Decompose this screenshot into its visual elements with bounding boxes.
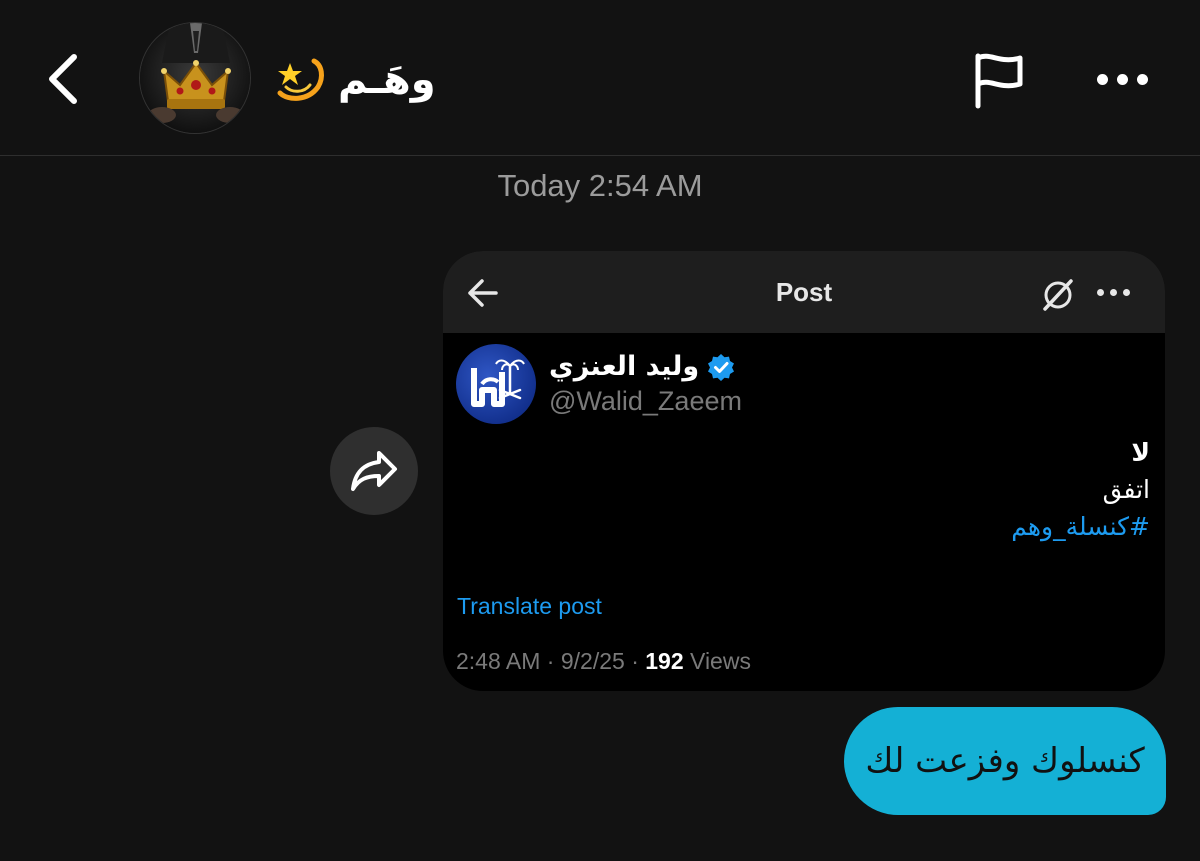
author-name[interactable]: وليد العنزي xyxy=(549,351,735,382)
post-card-header: Post xyxy=(443,251,1165,333)
post-more-button[interactable] xyxy=(1097,289,1130,296)
sent-message-bubble[interactable]: كنسلوك وفزعت لك xyxy=(844,707,1166,815)
more-dot-icon xyxy=(1096,73,1108,85)
conversation-header: وهَـم xyxy=(0,0,1200,156)
author-avatar[interactable] xyxy=(456,344,536,424)
author-name-text: وليد العنزي xyxy=(549,351,700,382)
verified-badge-icon xyxy=(708,353,735,381)
crown-avatar-image xyxy=(140,23,250,133)
contact-name[interactable]: وهَـم xyxy=(274,52,436,108)
post-text-line: لا xyxy=(1131,438,1150,467)
avatar[interactable] xyxy=(139,22,251,134)
post-date: 9/2/25 xyxy=(560,648,625,674)
report-button[interactable] xyxy=(966,46,1032,114)
more-options-button[interactable] xyxy=(1090,60,1154,98)
more-dot-icon xyxy=(1116,73,1128,85)
post-metadata: 2:48 AM · 9/2/25 · 192 Views xyxy=(456,648,751,675)
more-dot-icon xyxy=(1097,289,1104,296)
flag-icon xyxy=(975,53,1023,109)
share-button[interactable] xyxy=(330,427,418,515)
chevron-left-icon xyxy=(49,54,77,104)
translate-post-link[interactable]: Translate post xyxy=(457,593,602,620)
meta-separator: · xyxy=(546,648,561,674)
alhilal-logo-icon xyxy=(471,359,525,407)
hashtag-link[interactable]: #كنسلة_وهم xyxy=(1011,508,1150,545)
more-dot-icon xyxy=(1123,289,1130,296)
contact-name-text: وهَـم xyxy=(338,57,436,103)
share-arrow-icon xyxy=(351,451,397,491)
post-text-line: اتفق xyxy=(1102,475,1150,504)
meta-separator: · xyxy=(631,648,646,674)
message-text: كنسلوك وفزعت لك xyxy=(865,741,1145,781)
post-time: 2:48 AM xyxy=(456,648,541,674)
dizzy-star-icon xyxy=(277,58,324,101)
post-text: لا اتفق #كنسلة_وهم xyxy=(1011,434,1150,545)
views-count: 192 xyxy=(645,648,684,674)
views-label: Views xyxy=(690,648,751,674)
more-dot-icon xyxy=(1110,289,1117,296)
more-dot-icon xyxy=(1136,73,1148,85)
back-button[interactable] xyxy=(38,48,88,110)
message-timestamp: Today 2:54 AM xyxy=(497,168,703,203)
shared-post-card[interactable]: Post وليد العنزي @Walid_Zaeem لا اتفق #ك… xyxy=(443,251,1165,691)
author-handle[interactable]: @Walid_Zaeem xyxy=(549,386,742,417)
grok-icon[interactable] xyxy=(1041,278,1075,312)
